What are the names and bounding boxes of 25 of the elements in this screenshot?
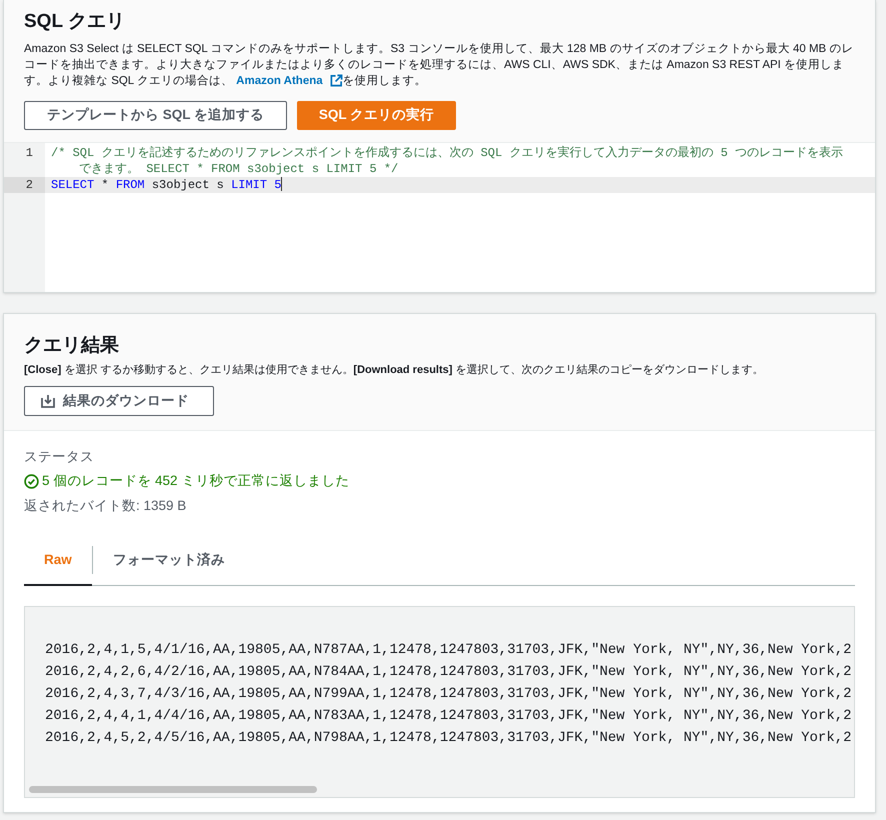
- link[interactable]: Amazon Athena: [236, 72, 343, 88]
- output-line: 2016,2,4,3,7,4/3/16,AA,19805,AA,N799AA,1,12478,1247803,31703,JFK,"New York, NY",NY,36,New York,2: [45, 684, 853, 704]
- code-editor[interactable]: 1 /* SQL クエリを記述するためのリファレンスポイントを作成するには、次の SQL クエリを実行して入力データの最初の 5 つのレコードを表示できます。 SELECT * FROM s3object s LIMIT 5 */ 2 SELECT * FROM s3object s LIMIT 5: [4, 142, 875, 292]
- scrollbar[interactable]: [29, 786, 317, 793]
- status-label: ステータス: [24, 448, 95, 466]
- tab[interactable]: フォーマット済み: [92, 544, 245, 585]
- external-link-icon: [330, 74, 343, 87]
- success-icon: [24, 474, 39, 489]
- description-text: Amazon S3 Select は SELECT SQL コマンドのみをサポートします。S3 コンソールを使用して、最大 128 MB のサイズのオブジェクトから最大 40 MB のレコードを抽出できます。より大きなファイルまたはより多くのレコードを処理するには、AWS CLI、AWS SDK、または Amazon S3 REST API を使用します。より複雑な SQL クエリの場合は、 Amazon Athena を使用します。: [24, 42, 854, 88]
- output-line: 2016,2,4,1,5,4/1/16,AA,19805,AA,N787AA,1,12478,1247803,31703,JFK,"New York, NY",NY,36,New York,2: [45, 640, 853, 660]
- panel-title: クエリ結果: [24, 334, 120, 358]
- status-message: 5 個のレコードを 452 ミリ秒で正常に返しました: [42, 472, 350, 490]
- output-line: 2016,2,4,5,2,4/5/16,AA,19805,AA,N798AA,1,12478,1247803,31703,JFK,"New York, NY",NY,36,New York,2: [45, 728, 853, 748]
- bytes-returned-text: 返されたバイト数: 1359 B: [24, 496, 188, 514]
- code-line: SELECT * FROM s3object s LIMIT 5: [50, 176, 284, 192]
- line-number: 1: [24, 144, 34, 162]
- output-line: 2016,2,4,4,1,4/4/16,AA,19805,AA,N783AA,1,12478,1247803,31703,JFK,"New York, NY",NY,36,New York,2: [45, 706, 853, 726]
- code-comment: /* SQL クエリを記述するためのリファレンスポイントを作成するには、次の SQL クエリを実行して入力データの最初の 5 つのレコードを表示できます。 SELECT * FROM s3object s LIMIT 5 */: [50, 144, 844, 176]
- download-button[interactable]: 結果のダウンロード: [24, 386, 214, 416]
- download-icon: [41, 394, 55, 408]
- add-template-button[interactable]: テンプレートから SQL を追加する: [24, 100, 287, 130]
- line-number: 2: [4, 176, 45, 192]
- panel-title: SQL クエリ: [24, 10, 126, 34]
- description-text: [Close] を選択 するか移動すると、クエリ結果は使用できません。[Download results] を選択して、次のクエリ結果のコピーをダウンロードします。: [24, 363, 764, 378]
- output-line: 2016,2,4,2,6,4/2/16,AA,19805,AA,N784AA,1,12478,1247803,31703,JFK,"New York, NY",NY,36,New York,2: [45, 662, 853, 682]
